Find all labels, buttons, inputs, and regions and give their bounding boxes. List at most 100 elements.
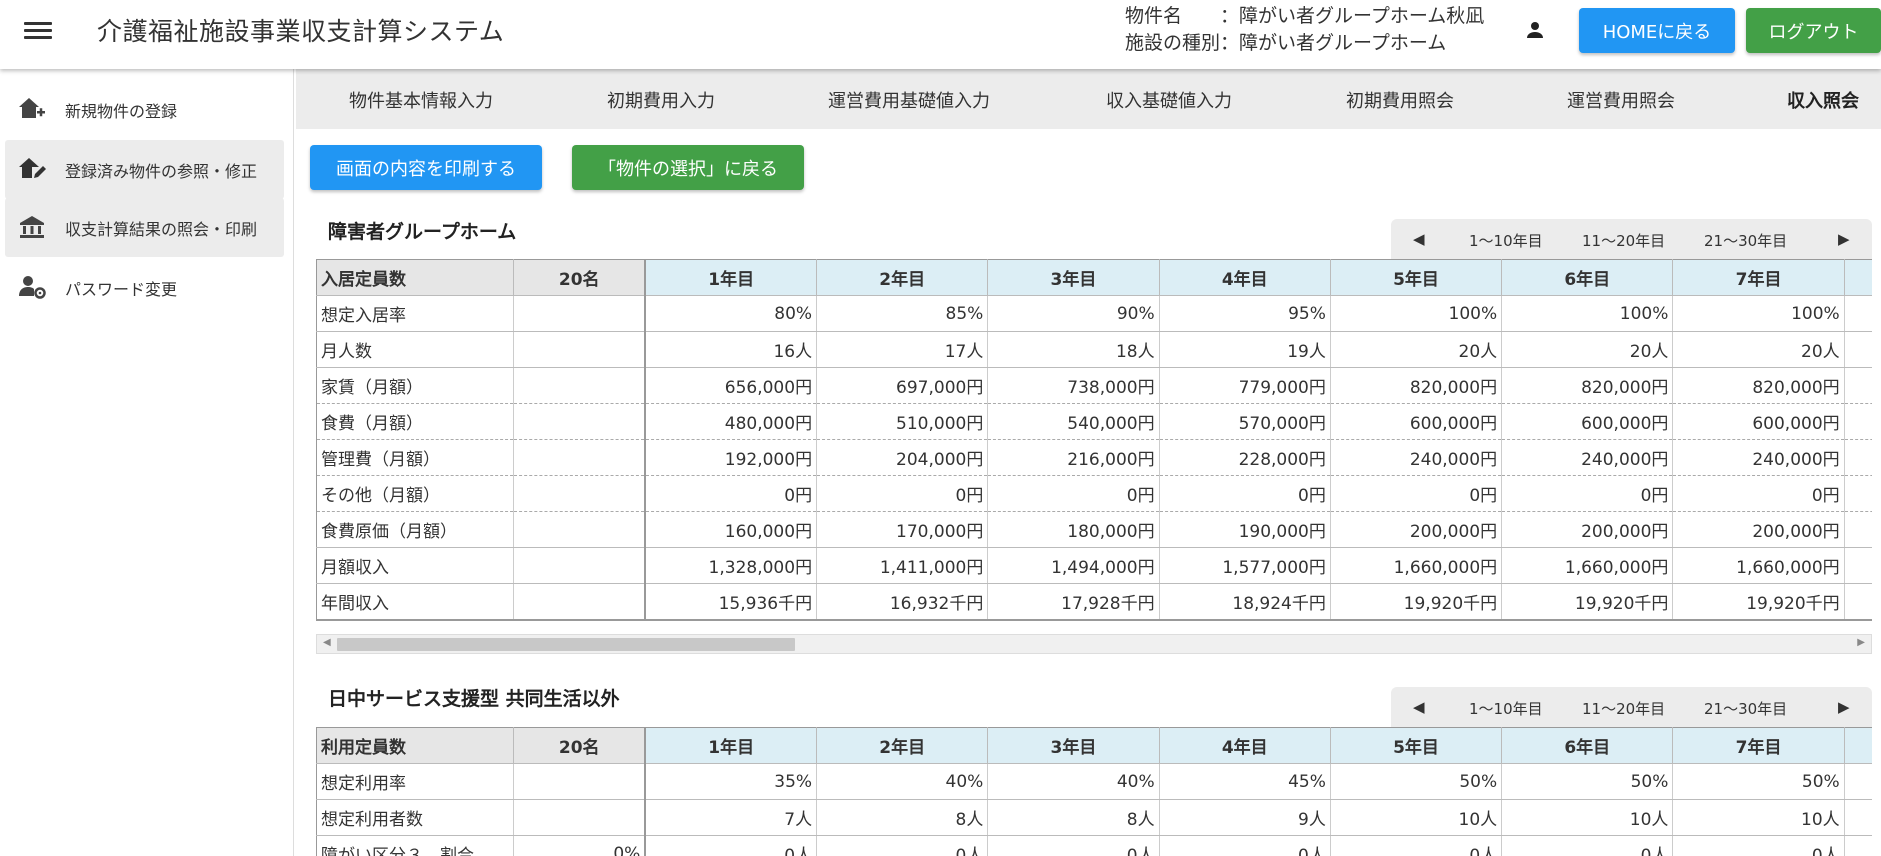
table-cell: 1,577,000円 bbox=[1158, 547, 1331, 584]
table-cell: 0人 bbox=[1501, 835, 1674, 856]
top-app-bar: 介護福祉施設事業収支計算システム 物件名 ：障がい者グループホーム秋凪 施設の種別… bbox=[0, 0, 1881, 69]
facility-type-value: ：障がい者グループホーム bbox=[1220, 32, 1447, 54]
table-cell: 200, bbox=[1843, 511, 1872, 548]
row-base-value: 0% bbox=[513, 835, 647, 856]
table-cell: 7人 bbox=[644, 799, 818, 836]
tab-operating-cost-input[interactable]: 運営費用基礎値入力 bbox=[828, 87, 990, 113]
scroll-right-icon[interactable]: ▶ bbox=[1857, 637, 1865, 648]
sidebar-item-results-print[interactable]: 収支計算結果の照会・印刷 bbox=[5, 198, 284, 257]
tab-initial-cost-inquiry[interactable]: 初期費用照会 bbox=[1346, 87, 1454, 113]
table-cell: 170,000円 bbox=[816, 511, 989, 548]
table-cell: 570,000円 bbox=[1158, 403, 1331, 440]
row-base-value bbox=[513, 331, 647, 368]
table-cell: 656,000円 bbox=[644, 367, 818, 404]
row-base-value bbox=[513, 367, 647, 404]
row-label: 障がい区分３ 割合 bbox=[316, 835, 515, 856]
table-cell: 240, bbox=[1843, 439, 1872, 476]
tab-revenue-inquiry[interactable]: 収入照会 bbox=[1787, 87, 1859, 113]
table-cell: 600, bbox=[1843, 403, 1872, 440]
sidebar: 新規物件の登録 登録済み物件の参照・修正 収支計算結果の照会・印刷 パスワード変… bbox=[0, 69, 294, 856]
table-cell: 40% bbox=[987, 763, 1160, 800]
sidebar-item-registered-properties[interactable]: 登録済み物件の参照・修正 bbox=[5, 140, 284, 199]
row-label: 月額収入 bbox=[316, 547, 515, 584]
capacity-value: 20名 bbox=[513, 727, 647, 764]
tab-initial-cost-input[interactable]: 初期費用入力 bbox=[607, 87, 715, 113]
horizontal-scrollbar[interactable]: ◀ ▶ bbox=[316, 634, 1872, 654]
home-button[interactable]: HOMEに戻る bbox=[1579, 8, 1735, 53]
home-edit-icon bbox=[19, 158, 46, 178]
year-column-header: 8年目 bbox=[1843, 727, 1872, 764]
table-cell: 19,920千円 bbox=[1501, 583, 1674, 621]
row-base-value bbox=[513, 295, 647, 332]
sidebar-item-new-property[interactable]: 新規物件の登録 bbox=[5, 80, 284, 139]
year-column-header: 4年目 bbox=[1158, 259, 1331, 296]
table-row: 食費（月額） 480,000円 510,000円 540,000円 570,000円 60… bbox=[316, 403, 1872, 440]
table-cell: 19人 bbox=[1158, 331, 1331, 368]
year-range-21-30[interactable]: 21～30年目 bbox=[1704, 698, 1787, 719]
table-cell: 20人 bbox=[1501, 331, 1674, 368]
table-cell: 0人 bbox=[1672, 835, 1845, 856]
prev-arrow-icon[interactable]: ◀ bbox=[1413, 698, 1425, 716]
table-cell: 190,000円 bbox=[1158, 511, 1331, 548]
table-cell: 50% bbox=[1672, 763, 1845, 800]
table-cell: 510,000円 bbox=[816, 403, 989, 440]
year-column-header: 7年目 bbox=[1672, 259, 1845, 296]
table-cell: 600,000円 bbox=[1672, 403, 1845, 440]
table-row: 想定利用者数 7人 8人 8人 9人 10人 10人 10人 bbox=[316, 799, 1872, 836]
table-cell: 50% bbox=[1501, 763, 1674, 800]
table-cell: 0人 bbox=[816, 835, 989, 856]
row-label: 管理費（月額） bbox=[316, 439, 515, 476]
print-button[interactable]: 画面の内容を印刷する bbox=[310, 145, 542, 190]
tab-property-basic-info[interactable]: 物件基本情報入力 bbox=[349, 87, 493, 113]
tab-operating-cost-inquiry[interactable]: 運営費用照会 bbox=[1567, 87, 1675, 113]
year-range-1-10[interactable]: 1～10年目 bbox=[1469, 230, 1543, 251]
row-label: 年間収入 bbox=[316, 583, 515, 621]
scroll-left-icon[interactable]: ◀ bbox=[323, 637, 331, 648]
year-range-21-30[interactable]: 21～30年目 bbox=[1704, 230, 1787, 251]
prev-arrow-icon[interactable]: ◀ bbox=[1413, 230, 1425, 248]
capacity-label: 利用定員数 bbox=[316, 727, 515, 764]
row-base-value bbox=[513, 439, 647, 476]
tab-revenue-input[interactable]: 収入基礎値入力 bbox=[1106, 87, 1232, 113]
table-cell: 1,660,000円 bbox=[1501, 547, 1674, 584]
scrollbar-thumb[interactable] bbox=[337, 638, 795, 651]
table-cell: 1,660,000円 bbox=[1672, 547, 1845, 584]
year-range-1-10[interactable]: 1～10年目 bbox=[1469, 698, 1543, 719]
table-row: 管理費（月額） 192,000円 204,000円 216,000円 228,000円 2… bbox=[316, 439, 1872, 476]
table-cell: 200,000円 bbox=[1329, 511, 1503, 548]
table-cell: 100% bbox=[1329, 295, 1503, 332]
year-range-11-20[interactable]: 11～20年目 bbox=[1582, 698, 1665, 719]
menu-icon[interactable] bbox=[24, 18, 52, 46]
year-range-nav: ◀ 1～10年目 11～20年目 21～30年目 ▶ bbox=[1391, 687, 1872, 727]
table-cell: 228,000円 bbox=[1158, 439, 1331, 476]
table-cell bbox=[1843, 295, 1872, 332]
row-label: 食費原価（月額） bbox=[316, 511, 515, 548]
table-cell: 17人 bbox=[816, 331, 989, 368]
table-cell: 18,924千円 bbox=[1158, 583, 1331, 621]
logout-button[interactable]: ログアウト bbox=[1746, 8, 1881, 53]
row-label: 想定利用率 bbox=[316, 763, 515, 800]
table-cell: 600,000円 bbox=[1329, 403, 1503, 440]
back-to-property-select-button[interactable]: 「物件の選択」に戻る bbox=[572, 145, 804, 190]
row-base-value bbox=[513, 763, 647, 800]
table-row: 家賃（月額） 656,000円 697,000円 738,000円 779,000円 82… bbox=[316, 367, 1872, 404]
year-column-header: 1年目 bbox=[644, 259, 818, 296]
section-title: 日中サービス支援型 共同生活以外 bbox=[328, 688, 620, 710]
table-cell: 216,000円 bbox=[987, 439, 1160, 476]
table-cell bbox=[1843, 763, 1872, 800]
year-column-header: 2年目 bbox=[816, 259, 989, 296]
account-icon[interactable] bbox=[1523, 18, 1547, 42]
table-cell: 180,000円 bbox=[987, 511, 1160, 548]
table-cell: 20人 bbox=[1672, 331, 1845, 368]
year-column-header: 6年目 bbox=[1501, 259, 1674, 296]
year-range-11-20[interactable]: 11～20年目 bbox=[1582, 230, 1665, 251]
year-range-nav: ◀ 1～10年目 11～20年目 21～30年目 ▶ bbox=[1391, 219, 1872, 259]
next-arrow-icon[interactable]: ▶ bbox=[1838, 698, 1850, 716]
next-arrow-icon[interactable]: ▶ bbox=[1838, 230, 1850, 248]
table-cell: 0人 bbox=[987, 835, 1160, 856]
table-cell: 18人 bbox=[987, 331, 1160, 368]
sidebar-item-label: 収支計算結果の照会・印刷 bbox=[65, 220, 258, 239]
sidebar-item-password-change[interactable]: パスワード変更 bbox=[5, 258, 284, 317]
table-cell: 600,000円 bbox=[1501, 403, 1674, 440]
table-cell: 45% bbox=[1158, 763, 1331, 800]
